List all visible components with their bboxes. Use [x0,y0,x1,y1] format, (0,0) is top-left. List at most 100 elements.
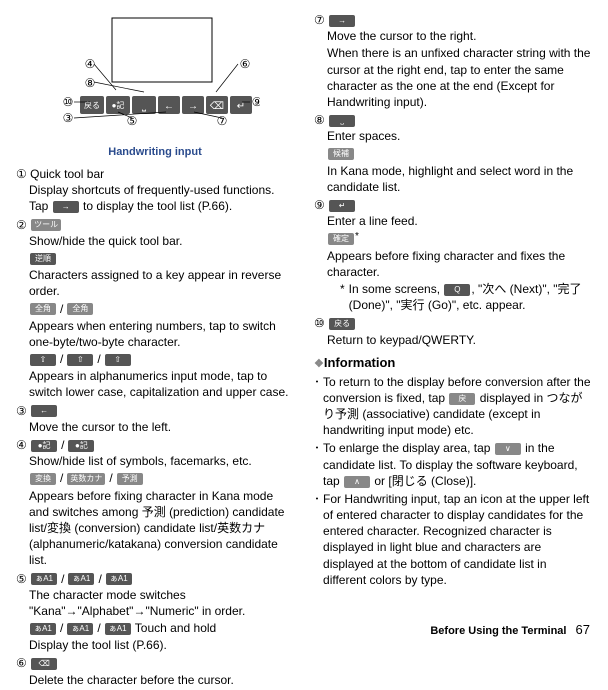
body-7b: When there is an unfixed character strin… [327,45,592,110]
num-10: ⑩ [314,316,325,330]
key-hold2-icon: ぁA1 [67,623,93,635]
num-6: ⑥ [16,656,27,670]
key-search-icon: Q [444,284,470,296]
svg-text:④: ④ [85,57,96,71]
information-heading: ❖Information [314,354,592,372]
key-cand-icon: 候補 [328,148,354,160]
key-arrow-icon: → [53,201,79,213]
svg-text:⑨: ⑨ [252,95,260,109]
hold-label: Touch and hold [132,621,217,635]
footnote-9: * In some screens, Q, "次へ (Next)", "完了 (… [340,281,592,313]
key-back-icon: 戻る [329,318,355,330]
key-emoji2-icon: ●記 [68,440,94,452]
diagram-caption: Handwriting input [16,145,294,160]
key-mode3-icon: ぁA1 [106,573,132,585]
body-3: Move the cursor to the left. [29,419,294,435]
key-fix-icon: 確定 [328,233,354,245]
key-emoji1-icon: ●記 [31,440,57,452]
desc-8a: Enter spaces. [327,128,592,144]
desc-2b: Characters assigned to a key appear in r… [29,267,294,299]
item-1: ① Quick tool bar Display shortcuts of fr… [16,166,294,215]
desc-8b: In Kana mode, highlight and select word … [327,163,592,195]
svg-text:←: ← [164,101,174,112]
num-4: ④ [16,438,27,452]
key-shift2-icon: ⇧ [67,354,93,366]
svg-text:↵: ↵ [237,101,245,112]
item-3: ③ ← Move the cursor to the left. [16,403,294,435]
desc-4b: Appears before fixing character in Kana … [29,488,294,569]
desc-2a: Show/hide the quick tool bar. [29,233,294,249]
left-column: 戻る ●記 ⎵ ← → ⌫ ↵ ④ ⑧ ⑩ ③ [16,12,294,690]
key-hold3-icon: ぁA1 [105,623,131,635]
key-hold1-icon: ぁA1 [30,623,56,635]
body-1: Display shortcuts of frequently-used fun… [29,182,294,214]
body-6: Delete the character before the cursor. [29,672,294,688]
key-right-icon: → [329,15,355,27]
key-expand-icon: ∨ [495,443,521,455]
item-6: ⑥ ⌫ Delete the character before the curs… [16,655,294,687]
desc-2c: Appears when entering numbers, tap to sw… [29,318,294,350]
num-3: ③ [16,404,27,418]
info-bullet-2: ･ To enlarge the display area, tap ∨ in … [314,440,592,489]
key-mode2-icon: ぁA1 [68,573,94,585]
desc-9a: Enter a line feed. [327,213,592,229]
key-yosoku-icon: 予測 [117,473,143,485]
desc-9b: Appears before fixing character and fixe… [327,248,592,280]
key-undo-icon: 戻 [449,393,475,405]
key-henkan-icon: 変換 [30,473,56,485]
desc-5a: The character mode switches "Kana"→"Alph… [29,587,294,619]
keyboard-svg: 戻る ●記 ⎵ ← → ⌫ ↵ ④ ⑧ ⑩ ③ [50,12,260,137]
key-shift3-icon: ⇧ [105,354,131,366]
body-10: Return to keypad/QWERTY. [327,332,592,348]
title-1: Quick tool bar [30,167,104,181]
key-space-icon: ⎵ [329,115,355,127]
key-left-icon: ← [31,405,57,417]
key-mode1-icon: ぁA1 [31,573,57,585]
svg-text:⑦: ⑦ [217,114,228,128]
item-10: ⑩ 戻る Return to keypad/QWERTY. [314,315,592,347]
num-8: ⑧ [314,113,325,127]
keyboard-diagram: 戻る ●記 ⎵ ← → ⌫ ↵ ④ ⑧ ⑩ ③ [16,12,294,141]
svg-text:戻る: 戻る [84,100,100,110]
item-9: ⑨ ↵ Enter a line feed. 確定* Appears befor… [314,197,592,313]
svg-text:③: ③ [63,111,74,125]
key-hankaku-icon: 全角 [67,303,93,315]
desc-4a: Show/hide list of symbols, facemarks, et… [29,453,294,469]
item-4: ④ ●記/●記 Show/hide list of symbols, facem… [16,437,294,569]
key-reverse-icon: 逆順 [30,253,56,265]
key-tool-icon: ツール [31,219,61,231]
key-shift1-icon: ⇧ [30,354,56,366]
diamond-icon: ❖ [314,358,324,370]
svg-text:⎵: ⎵ [142,101,146,112]
item-8: ⑧ ⎵ Enter spaces. 候補 In Kana mode, highl… [314,112,592,195]
item-7: ⑦ → Move the cursor to the right. When t… [314,12,592,110]
svg-text:⌫: ⌫ [210,101,224,112]
item-2: ② ツール Show/hide the quick tool bar. 逆順 C… [16,217,294,401]
num-2: ② [16,218,27,232]
svg-text:●記: ●記 [112,100,125,110]
svg-text:→: → [188,101,198,112]
num-5: ⑤ [16,572,27,586]
info-bullet-3: ･ For Handwriting input, tap an icon at … [314,491,592,588]
section-title: Before Using the Terminal [430,625,566,637]
svg-text:⑩: ⑩ [63,95,74,109]
num-9: ⑨ [314,198,325,212]
star-mark: * [355,231,359,242]
num-7: ⑦ [314,13,325,27]
svg-text:⑧: ⑧ [85,76,96,90]
item-5: ⑤ ぁA1/ぁA1/ぁA1 The character mode switche… [16,571,294,654]
desc-5b: Display the tool list (P.66). [29,637,294,653]
body-7a: Move the cursor to the right. [327,28,592,44]
desc-2d: Appears in alphanumerics input mode, tap… [29,368,294,400]
key-eisu-icon: 英数カナ [67,473,105,485]
page-columns: 戻る ●記 ⎵ ← → ⌫ ↵ ④ ⑧ ⑩ ③ [0,0,608,690]
page-number: 67 [576,622,590,637]
svg-text:⑥: ⑥ [240,57,251,71]
key-zenkaku-icon: 全角 [30,303,56,315]
right-column: ⑦ → Move the cursor to the right. When t… [314,12,592,690]
key-enter-icon: ↵ [329,200,355,212]
key-collapse-icon: ∧ [344,476,370,488]
key-del-icon: ⌫ [31,658,57,670]
page-footer: Before Using the Terminal 67 [430,621,590,639]
num-1: ① [16,167,27,181]
